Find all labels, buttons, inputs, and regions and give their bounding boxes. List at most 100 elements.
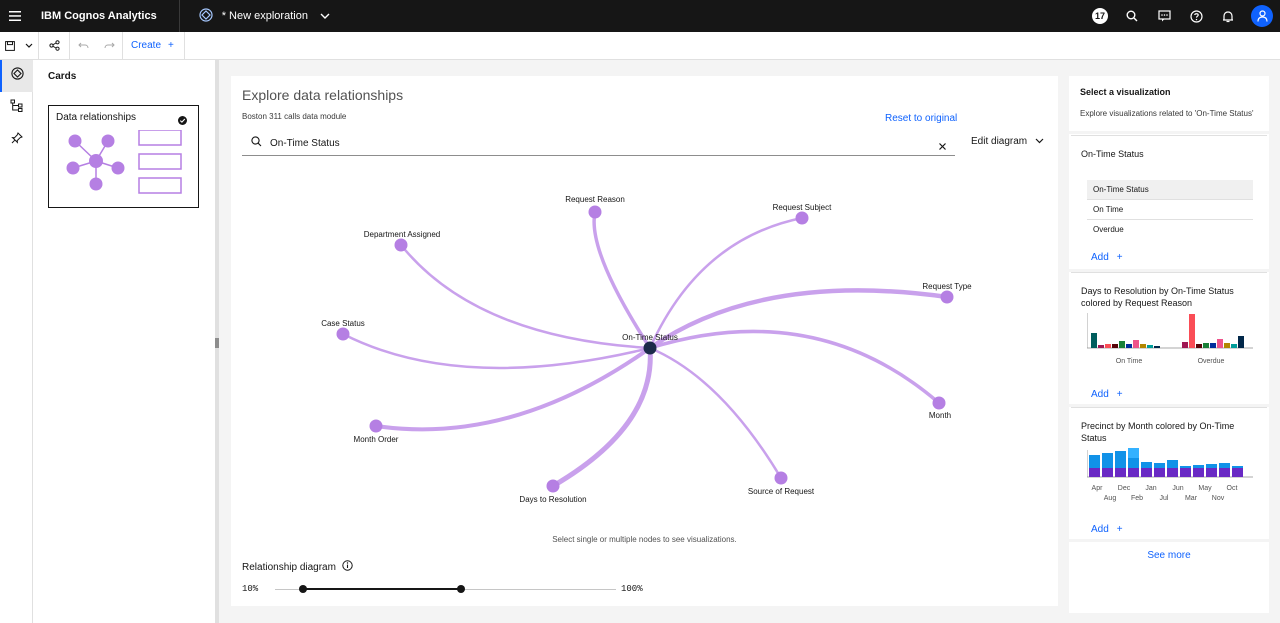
mini-chart-bars [1089,448,1243,477]
diagram-node-month[interactable]: Month [929,396,951,421]
redo-icon[interactable] [96,32,122,60]
chart-x-label: Jan [1145,485,1156,492]
mini-table: On-Time Status On Time Overdue [1087,180,1253,234]
node-circle [546,479,560,493]
user-avatar-button[interactable] [1244,0,1280,32]
node-label: Department Assigned [364,230,441,239]
relationships-thumbnail-icon [66,130,182,194]
chevron-down-icon[interactable] [320,10,330,22]
add-visualization-button[interactable]: Add + [1091,524,1123,535]
reset-to-original-link[interactable]: Reset to original [885,113,957,124]
visualization-panel: Select a visualization Explore visualiza… [1069,76,1269,613]
stacked-bar-segment [1193,468,1204,477]
diagram-node-days-to-resolution[interactable]: Days to Resolution [519,479,587,505]
stacked-bar-segment [1180,468,1191,477]
add-visualization-button[interactable]: Add + [1091,252,1123,263]
slider-high-handle[interactable] [457,585,465,593]
help-icon[interactable] [1180,0,1212,32]
stacked-bar-segment [1141,462,1152,468]
diagram-node-department-assigned[interactable]: Department Assigned [364,230,441,252]
search-icon [251,134,262,152]
add-visualization-button[interactable]: Add + [1091,389,1123,400]
create-button[interactable]: Create + [123,32,184,60]
relationship-diagram-label-row: Relationship diagram [242,560,353,574]
plus-icon: + [1116,252,1123,263]
card-label: Data relationships [56,112,137,123]
center-node-circle [643,341,657,355]
save-icon[interactable] [0,32,20,60]
diagram-node-source-of-request[interactable]: Source of Request [748,471,815,497]
menu-icon[interactable] [0,0,30,32]
notifications-bell-icon[interactable] [1212,0,1244,32]
table-row: On Time [1087,200,1253,220]
edit-diagram-label: Edit diagram [971,136,1028,147]
stacked-bar-segment [1141,468,1152,477]
search-icon[interactable] [1116,0,1148,32]
stacked-bar-segment [1232,468,1243,477]
rail-pin-button[interactable] [0,124,33,156]
avatar [1251,5,1273,27]
diagram-node-request-subject[interactable]: Request Subject [773,203,832,225]
chat-icon[interactable] [1148,0,1180,32]
stacked-bar-segment [1232,466,1243,468]
chart-x-label: On Time [1116,358,1143,365]
cards-title: Cards [48,71,77,82]
relationship-edge-case-status [342,332,651,370]
relationship-strength-slider: 10% 100% [242,582,652,598]
edit-diagram-dropdown[interactable]: Edit diagram [971,136,1044,147]
share-icon[interactable] [39,32,69,60]
see-more-link[interactable]: See more [1069,550,1269,561]
notification-count-button[interactable]: 17 [1084,0,1116,32]
relationship-edge-source-of-request [649,346,783,479]
selection-hint: Select single or multiple nodes to see v… [552,535,737,544]
clear-icon[interactable] [938,138,947,156]
stacked-bar-segment [1154,463,1165,468]
node-label: Request Reason [565,195,625,204]
stacked-bar-segment [1167,460,1178,468]
diagram-node-month-order[interactable]: Month Order [354,419,399,445]
data-module-name: Boston 311 calls data module [242,112,347,121]
stacked-bar-segment [1115,451,1126,468]
visualization-card-table[interactable]: On-Time Status On-Time Status On Time Ov… [1071,135,1267,269]
chevron-down-icon [1035,136,1044,147]
save-menu-chevron-icon[interactable] [20,32,38,60]
stacked-bar-segment [1206,464,1217,468]
panel-splitter[interactable] [215,60,219,623]
node-label: Days to Resolution [519,495,586,504]
diagram-node-request-reason[interactable]: Request Reason [565,195,625,219]
relationship-edge-month [649,329,941,405]
stacked-bar-segment [1089,455,1100,468]
search-input[interactable] [270,137,910,149]
header-divider [178,0,180,32]
exploration-switcher[interactable]: * New exploration [199,7,330,25]
stacked-bar-segment [1115,468,1126,477]
stacked-bar-segment [1219,468,1230,477]
plus-icon: + [168,40,174,51]
stacked-bar-segment [1193,465,1204,468]
rail-relationships-button[interactable] [0,92,33,124]
relationship-edge-request-reason [592,211,652,349]
node-label: Request Type [922,282,972,291]
slider-max-label: 100% [621,584,643,594]
mini-chart-bars [1091,314,1244,348]
splitter-grip[interactable] [215,338,219,348]
node-circle [932,396,946,410]
info-icon[interactable] [342,560,353,574]
visualization-card-bar-chart[interactable]: Days to Resolution by On-Time Status col… [1071,272,1267,405]
stacked-bar-segment [1180,466,1191,468]
rail-cards-button[interactable] [0,60,33,92]
add-label: Add [1091,252,1109,263]
undo-icon[interactable] [70,32,96,60]
diagram-node-case-status[interactable]: Case Status [321,319,365,341]
stacked-bar-segment [1167,468,1178,477]
data-relationships-card[interactable]: Data relationships [48,105,199,208]
node-label: Month [929,411,951,420]
slider-low-handle[interactable] [299,585,307,593]
brand-name: IBM Cognos Analytics [41,10,157,22]
node-circle [795,211,809,225]
chart-x-label: Overdue [1198,358,1225,365]
visualization-card-stacked-chart[interactable]: Precinct by Month colored by On-Time Sta… [1071,407,1267,539]
checkmark-icon [178,116,187,125]
stacked-bar-segment [1128,468,1139,477]
panel-divider [1069,131,1269,134]
